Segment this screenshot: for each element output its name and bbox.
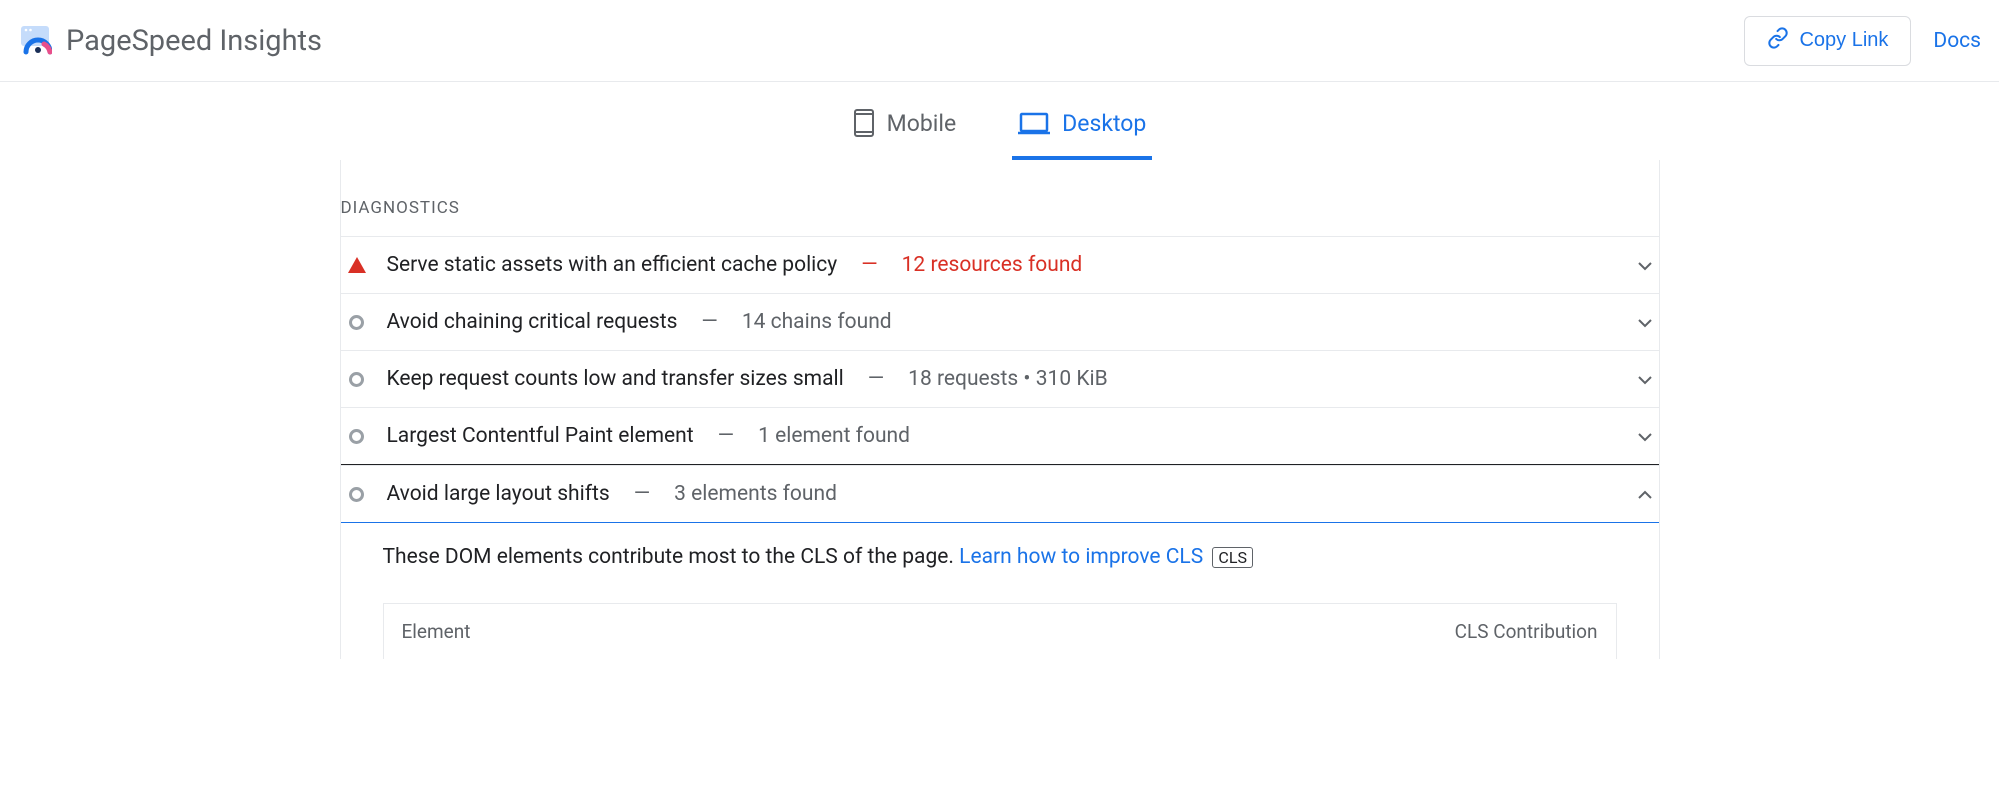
link-icon (1767, 27, 1789, 55)
tab-mobile[interactable]: Mobile (847, 100, 963, 160)
info-circle-icon (347, 372, 367, 387)
copy-link-button[interactable]: Copy Link (1744, 16, 1911, 66)
chevron-down-icon (1637, 313, 1653, 332)
tab-desktop[interactable]: Desktop (1012, 100, 1152, 160)
topbar-actions: Copy Link Docs (1744, 16, 1981, 66)
info-circle-icon (347, 315, 367, 330)
fail-triangle-icon (347, 257, 367, 273)
col-cls-contribution: CLS Contribution (1455, 620, 1598, 643)
separator: — (630, 482, 654, 506)
audit-title: Avoid chaining critical requests (387, 310, 678, 334)
cls-badge: CLS (1212, 547, 1253, 568)
col-element: Element (402, 620, 471, 643)
tab-mobile-label: Mobile (887, 110, 957, 137)
learn-cls-link[interactable]: Learn how to improve CLS (959, 545, 1203, 569)
brand: PageSpeed Insights (18, 22, 322, 60)
diagnostic-row[interactable]: Largest Contentful Paint element — 1 ele… (341, 407, 1659, 465)
device-tabs: Mobile Desktop (0, 82, 1999, 160)
docs-link[interactable]: Docs (1933, 29, 1981, 53)
cls-description: These DOM elements contribute most to th… (383, 545, 1617, 569)
info-circle-icon (347, 487, 367, 502)
audit-detail: 1 element found (758, 424, 910, 448)
audit-detail: 3 elements found (674, 482, 837, 506)
separator: — (714, 424, 738, 448)
chevron-down-icon (1637, 256, 1653, 275)
chevron-down-icon (1637, 427, 1653, 446)
audit-detail: 18 requests • 310 KiB (908, 367, 1108, 391)
audit-detail: 14 chains found (742, 310, 892, 334)
mobile-icon (853, 108, 875, 138)
audit-detail: 12 resources found (902, 253, 1083, 277)
diagnostics-heading: DIAGNOSTICS (341, 190, 1659, 236)
diagnostic-row[interactable]: Avoid chaining critical requests — 14 ch… (341, 293, 1659, 350)
cls-table: Element CLS Contribution (383, 603, 1617, 659)
pagespeed-logo-icon (18, 22, 52, 60)
audit-title: Avoid large layout shifts (387, 482, 610, 506)
diagnostics-section: DIAGNOSTICS Serve static assets with an … (340, 160, 1660, 659)
chevron-down-icon (1637, 370, 1653, 389)
chevron-up-icon (1637, 485, 1653, 504)
separator: — (697, 310, 721, 334)
audit-title: Largest Contentful Paint element (387, 424, 694, 448)
diagnostic-row[interactable]: Serve static assets with an efficient ca… (341, 236, 1659, 293)
tab-desktop-label: Desktop (1062, 110, 1146, 137)
page-title: PageSpeed Insights (66, 24, 322, 58)
copy-link-label: Copy Link (1799, 29, 1888, 52)
audit-title: Keep request counts low and transfer siz… (387, 367, 844, 391)
info-circle-icon (347, 429, 367, 444)
separator: — (857, 253, 881, 277)
diagnostic-expanded-body: These DOM elements contribute most to th… (341, 523, 1659, 659)
audit-title: Serve static assets with an efficient ca… (387, 253, 838, 277)
diagnostic-row[interactable]: Keep request counts low and transfer siz… (341, 350, 1659, 407)
cls-description-text: These DOM elements contribute most to th… (383, 545, 960, 569)
cls-table-header: Element CLS Contribution (384, 604, 1616, 659)
separator: — (864, 367, 888, 391)
diagnostic-row-expanded[interactable]: Avoid large layout shifts — 3 elements f… (341, 465, 1659, 523)
topbar: PageSpeed Insights Copy Link Docs (0, 0, 1999, 82)
desktop-icon (1018, 111, 1050, 135)
